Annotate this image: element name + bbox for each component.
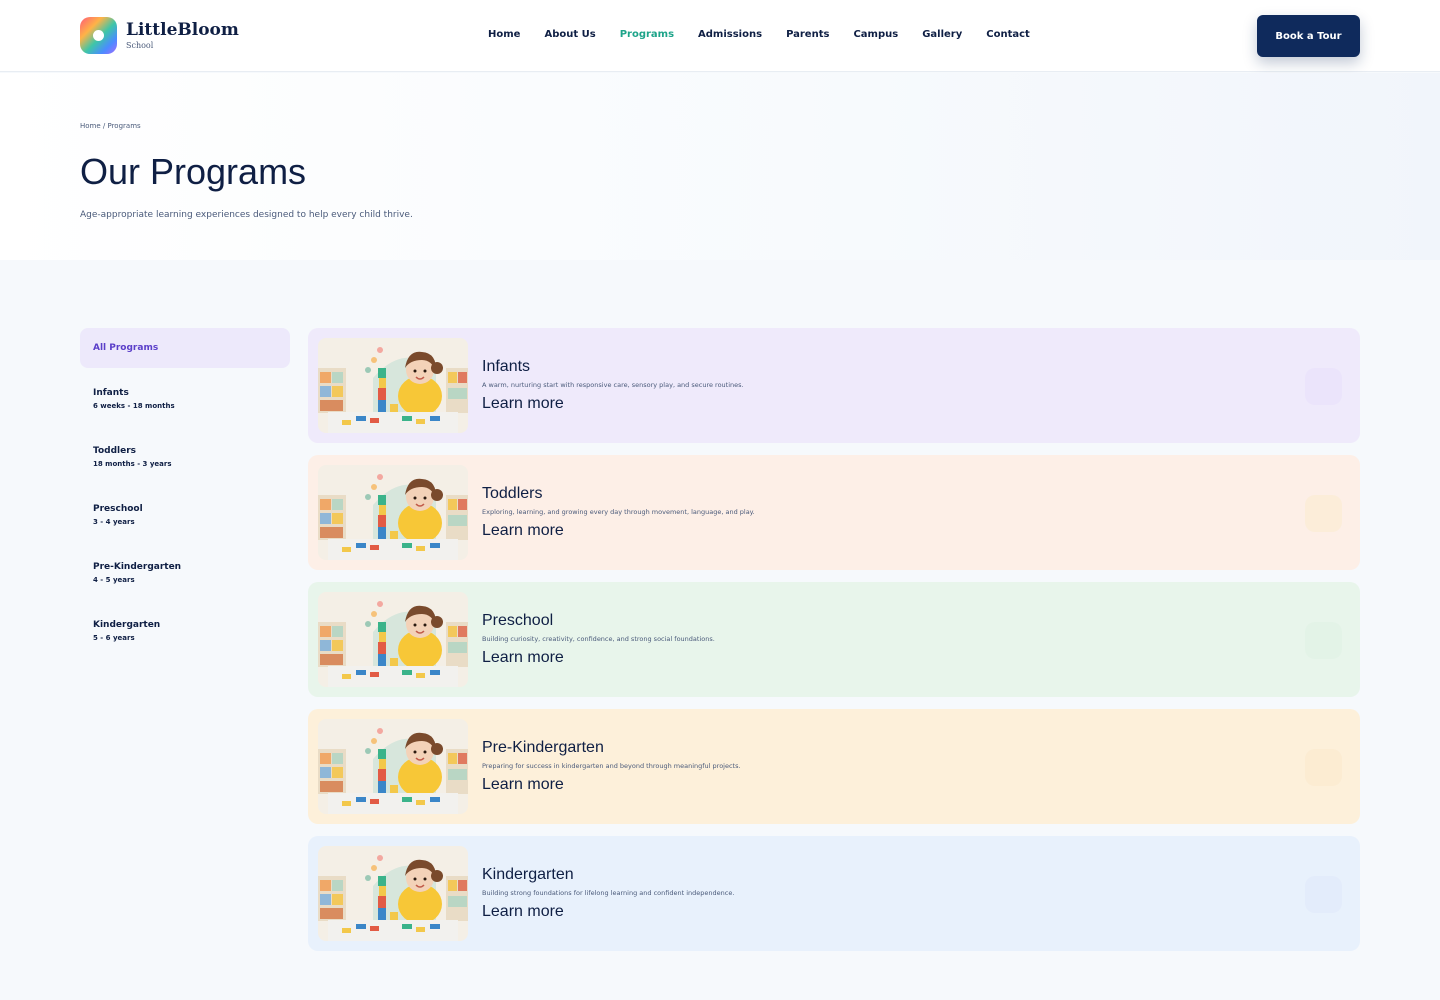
- program-description: Building curiosity, creativity, confiden…: [482, 635, 715, 643]
- nav-item-campus[interactable]: Campus: [853, 29, 898, 40]
- program-photo: [318, 465, 468, 560]
- nav-item-gallery[interactable]: Gallery: [922, 29, 962, 40]
- program-list: Infants A warm, nurturing start with res…: [308, 328, 1360, 963]
- learn-more-link[interactable]: Learn more: [482, 776, 564, 794]
- page-title: Our Programs: [80, 151, 307, 192]
- program-description: A warm, nurturing start with responsive …: [482, 381, 744, 389]
- program-filter-sidebar: All Programs Infants 6 weeks - 18 months…: [80, 328, 290, 658]
- nav-item-admissions[interactable]: Admissions: [698, 29, 762, 40]
- sidebar-item-age: 18 months - 3 years: [93, 460, 172, 468]
- logo[interactable]: LittleBloom School: [80, 17, 239, 54]
- site-header: LittleBloom School Home About Us Program…: [0, 0, 1440, 72]
- program-title: Toddlers: [482, 485, 543, 502]
- program-card-kindergarten[interactable]: Kindergarten Building strong foundations…: [308, 836, 1360, 951]
- program-title: Preschool: [482, 612, 554, 629]
- book-tour-button[interactable]: Book a Tour: [1257, 15, 1360, 57]
- brand-sub: School: [126, 40, 154, 50]
- nav-item-home[interactable]: Home: [488, 29, 520, 40]
- sidebar-item-infants[interactable]: Infants 6 weeks - 18 months: [80, 368, 290, 426]
- program-badge-icon: [1305, 495, 1342, 532]
- sidebar-item-age: 3 - 4 years: [93, 518, 135, 526]
- sidebar-item-kindergarten[interactable]: Kindergarten 5 - 6 years: [80, 600, 290, 658]
- program-badge-icon: [1305, 368, 1342, 405]
- sidebar-item-label: Kindergarten: [93, 620, 161, 630]
- page-hero: Home / Programs Our Programs Age-appropr…: [0, 73, 1440, 260]
- learn-more-link[interactable]: Learn more: [482, 649, 564, 667]
- program-title: Pre-Kindergarten: [482, 739, 604, 756]
- nav-item-contact[interactable]: Contact: [986, 29, 1030, 40]
- sidebar-item-age: 5 - 6 years: [93, 634, 135, 642]
- sidebar-item-label: Infants: [93, 388, 129, 398]
- sidebar-item-pre-kindergarten[interactable]: Pre-Kindergarten 4 - 5 years: [80, 542, 290, 600]
- program-photo: [318, 338, 468, 433]
- sidebar-item-age: 6 weeks - 18 months: [93, 402, 175, 410]
- learn-more-link[interactable]: Learn more: [482, 903, 564, 921]
- logo-icon: [80, 17, 117, 54]
- nav-item-about[interactable]: About Us: [544, 29, 595, 40]
- brand-name: LittleBloom: [126, 19, 239, 40]
- program-photo: [318, 846, 468, 941]
- sidebar-item-label: Preschool: [93, 504, 143, 514]
- sidebar-item-age: 4 - 5 years: [93, 576, 135, 584]
- sidebar-item-all-programs[interactable]: All Programs: [80, 328, 290, 368]
- learn-more-link[interactable]: Learn more: [482, 522, 564, 540]
- sidebar-item-toddlers[interactable]: Toddlers 18 months - 3 years: [80, 426, 290, 484]
- sidebar-item-label: Pre-Kindergarten: [93, 562, 182, 572]
- program-title: Infants: [482, 358, 531, 375]
- learn-more-link[interactable]: Learn more: [482, 395, 564, 413]
- program-badge-icon: [1305, 749, 1342, 786]
- program-badge-icon: [1305, 876, 1342, 913]
- program-photo: [318, 719, 468, 814]
- nav-item-programs[interactable]: Programs: [620, 29, 674, 40]
- program-card-preschool[interactable]: Preschool Building curiosity, creativity…: [308, 582, 1360, 697]
- program-photo: [318, 592, 468, 687]
- program-description: Building strong foundations for lifelong…: [482, 889, 735, 897]
- program-card-infants[interactable]: Infants A warm, nurturing start with res…: [308, 328, 1360, 443]
- main-nav: Home About Us Programs Admissions Parent…: [488, 29, 1054, 40]
- breadcrumb[interactable]: Home / Programs: [80, 122, 141, 130]
- program-badge-icon: [1305, 622, 1342, 659]
- program-description: Preparing for success in kindergarten an…: [482, 762, 741, 770]
- sidebar-item-label: Toddlers: [93, 446, 136, 456]
- program-card-pre-kindergarten[interactable]: Pre-Kindergarten Preparing for success i…: [308, 709, 1360, 824]
- page-subtitle: Age-appropriate learning experiences des…: [80, 210, 413, 220]
- sidebar-item-preschool[interactable]: Preschool 3 - 4 years: [80, 484, 290, 542]
- program-card-toddlers[interactable]: Toddlers Exploring, learning, and growin…: [308, 455, 1360, 570]
- program-title: Kindergarten: [482, 866, 574, 883]
- nav-item-parents[interactable]: Parents: [786, 29, 829, 40]
- program-description: Exploring, learning, and growing every d…: [482, 508, 755, 516]
